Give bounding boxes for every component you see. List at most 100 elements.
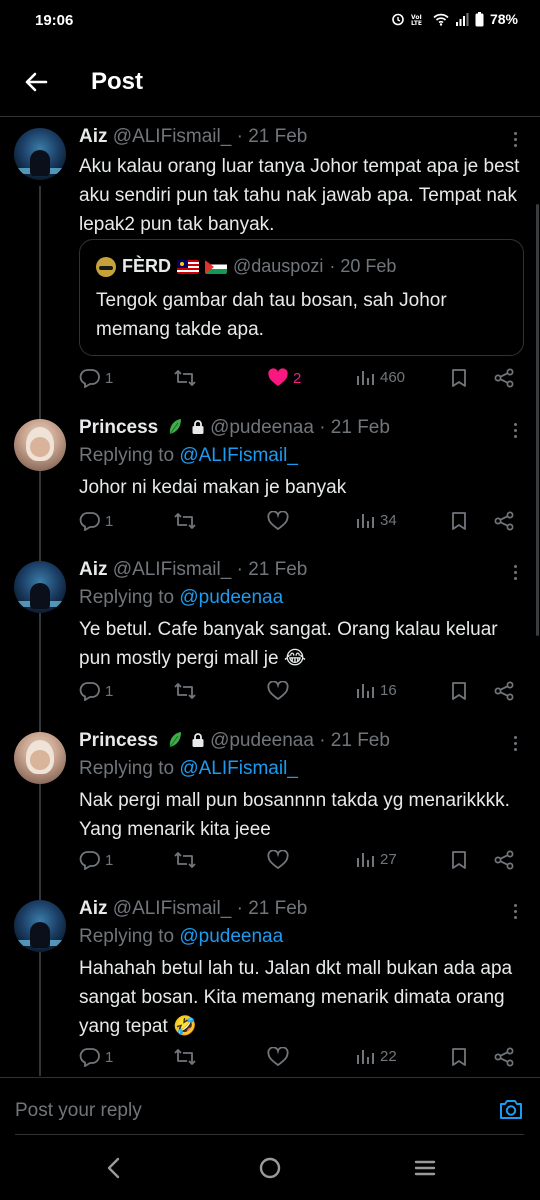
tweet-text: Aku kalau orang luar tanya Johor tempat … (79, 156, 520, 235)
reply-button[interactable]: 1 (79, 368, 113, 388)
repost-button[interactable] (173, 681, 197, 701)
bookmark-icon (452, 1048, 466, 1066)
views-button[interactable]: 16 (356, 681, 397, 699)
bookmark-button[interactable] (450, 681, 468, 701)
like-button[interactable] (267, 681, 289, 701)
bookmark-button[interactable] (450, 850, 468, 870)
reply-count: 1 (105, 1048, 114, 1066)
like-button[interactable]: 2 (267, 368, 301, 388)
replying-label: Replying to (79, 926, 175, 947)
author-name[interactable]: Princess (79, 417, 158, 438)
retweet-icon (174, 513, 196, 529)
reply-button[interactable]: 1 (79, 681, 113, 701)
tweet-meta: Princess @pudeenaa · 21 Feb (79, 417, 520, 439)
tweet-actions: 1 16 (79, 681, 516, 707)
views-button[interactable]: 34 (356, 511, 397, 529)
nav-home-icon[interactable] (258, 1156, 282, 1180)
replying-label: Replying to (79, 445, 175, 466)
share-button[interactable] (493, 681, 515, 701)
quote-text: Tengok gambar dah tau bosan, sah Johor m… (96, 290, 447, 340)
replying-mention[interactable]: @pudeenaa (179, 926, 283, 947)
avatar[interactable] (14, 128, 66, 180)
repost-button[interactable] (173, 1047, 197, 1067)
share-button[interactable] (493, 368, 515, 388)
status-time: 19:06 (35, 12, 74, 29)
avatar[interactable] (14, 732, 66, 784)
nav-back-icon[interactable] (104, 1156, 124, 1180)
reply-button[interactable]: 1 (79, 1047, 113, 1067)
repost-button[interactable] (173, 850, 197, 870)
quoted-post[interactable]: FÈRD @dauspozi · 20 Feb Tengok gambar da… (79, 239, 524, 356)
signal-icon (455, 12, 469, 26)
camera-icon[interactable] (498, 1097, 524, 1121)
author-handle[interactable]: @ALIFismail_ (113, 559, 232, 580)
tweet-date: · 21 Feb (236, 898, 308, 919)
bookmark-button[interactable] (450, 1047, 468, 1067)
views-icon (357, 1050, 374, 1064)
bookmark-button[interactable] (450, 368, 468, 388)
author-handle[interactable]: @ALIFismail_ (113, 126, 232, 147)
like-button[interactable] (267, 850, 289, 870)
quote-author-handle: @dauspozi (233, 256, 324, 276)
views-button[interactable]: 22 (356, 1047, 397, 1065)
author-name[interactable]: Princess (79, 730, 158, 751)
avatar[interactable] (14, 561, 66, 613)
quote-author-name: FÈRD (122, 256, 171, 276)
views-icon (357, 853, 374, 867)
more-icon[interactable] (514, 420, 518, 441)
battery-level: 78% (489, 11, 518, 27)
replying-mention[interactable]: @ALIFismail_ (179, 445, 298, 466)
views-button[interactable]: 460 (356, 368, 405, 386)
author-handle[interactable]: @ALIFismail_ (113, 898, 232, 919)
heart-icon (267, 850, 289, 870)
bookmark-icon (452, 851, 466, 869)
scrollbar[interactable] (536, 204, 539, 636)
author-name[interactable]: Aiz (79, 126, 108, 147)
more-icon[interactable] (514, 562, 518, 583)
view-count: 22 (380, 1047, 397, 1065)
retweet-icon (174, 852, 196, 868)
author-handle[interactable]: @pudeenaa (210, 417, 314, 438)
nav-recents-icon[interactable] (413, 1156, 437, 1180)
reply-input[interactable]: Post your reply (15, 1100, 142, 1122)
reply-icon (79, 1048, 100, 1067)
share-button[interactable] (493, 850, 515, 870)
bookmark-icon (452, 512, 466, 530)
avatar[interactable] (14, 419, 66, 471)
author-name[interactable]: Aiz (79, 559, 108, 580)
tweet-actions: 1 2 460 (79, 368, 516, 394)
reply-count: 1 (105, 369, 114, 387)
replying-mention[interactable]: @ALIFismail_ (179, 758, 298, 779)
replying-to: Replying to @pudeenaa (79, 587, 520, 609)
quote-avatar (96, 256, 116, 277)
tweet-date: · 21 Feb (236, 559, 308, 580)
replying-label: Replying to (79, 758, 175, 779)
replying-to: Replying to @ALIFismail_ (79, 758, 520, 780)
more-icon[interactable] (514, 129, 518, 150)
repost-button[interactable] (173, 368, 197, 388)
share-icon (494, 511, 514, 531)
leaf-icon (169, 732, 181, 748)
share-button[interactable] (493, 511, 515, 531)
avatar[interactable] (14, 900, 66, 952)
repost-button[interactable] (173, 511, 197, 531)
author-name[interactable]: Aiz (79, 898, 108, 919)
tweet-actions: 1 22 (79, 1047, 516, 1073)
views-button[interactable]: 27 (356, 850, 397, 868)
reply-icon (79, 369, 100, 388)
replying-mention[interactable]: @pudeenaa (179, 587, 283, 608)
reply-button[interactable]: 1 (79, 511, 113, 531)
share-button[interactable] (493, 1047, 515, 1067)
back-arrow-icon[interactable] (20, 66, 52, 98)
bookmark-button[interactable] (450, 511, 468, 531)
volte-icon: VoILTE (411, 14, 422, 26)
like-button[interactable] (267, 1047, 289, 1067)
retweet-icon (174, 683, 196, 699)
more-icon[interactable] (514, 901, 518, 922)
like-button[interactable] (267, 511, 289, 531)
more-icon[interactable] (514, 733, 518, 754)
view-count: 27 (380, 850, 397, 868)
reply-button[interactable]: 1 (79, 850, 113, 870)
reply-composer[interactable]: Post your reply (0, 1077, 540, 1136)
author-handle[interactable]: @pudeenaa (210, 730, 314, 751)
